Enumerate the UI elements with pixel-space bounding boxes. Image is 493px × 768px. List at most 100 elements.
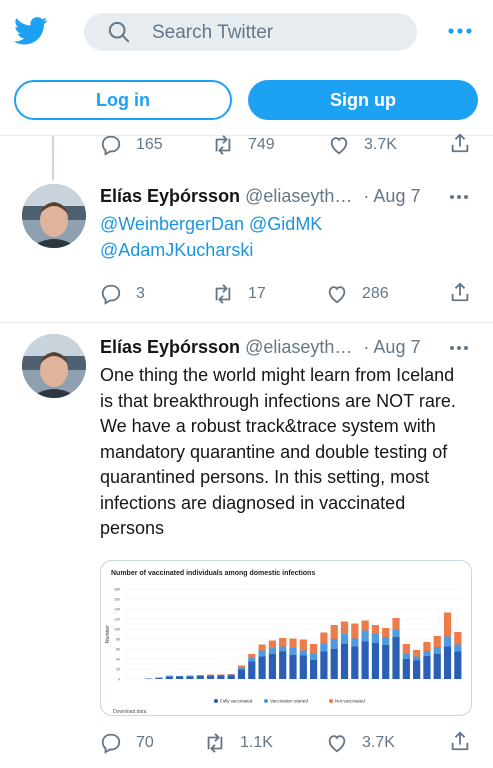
bar-segment	[176, 676, 184, 679]
bar-segment	[340, 644, 349, 679]
login-button[interactable]: Log in	[14, 80, 232, 120]
search-box[interactable]	[84, 13, 417, 51]
bar-segment	[320, 651, 328, 679]
y-tick-label: 160	[114, 598, 120, 602]
y-tick-label: 80	[116, 638, 120, 642]
y-tick-label: 120	[114, 618, 120, 622]
like-action[interactable]: 286	[326, 279, 389, 309]
bar-segment	[186, 676, 194, 679]
like-count: 286	[362, 285, 389, 302]
bar-segment	[423, 642, 431, 651]
bar-segment	[330, 639, 338, 649]
bar-segment	[413, 660, 421, 679]
bar-segment	[206, 674, 215, 675]
reply-action[interactable]: 165	[100, 130, 163, 160]
tweet-actions: 3 17 286	[0, 279, 493, 309]
bar-segment	[268, 648, 276, 654]
bar-segment	[361, 641, 369, 679]
bar-segment	[423, 651, 431, 656]
bar-segment	[433, 636, 441, 647]
auth-bar: Log in Sign up	[0, 64, 493, 136]
legend-label: Not vaccinated	[335, 699, 365, 704]
download-data-link[interactable]: Download data	[113, 709, 147, 715]
top-bar	[0, 0, 493, 64]
bar-segment	[258, 656, 266, 679]
mention-link[interactable]: @GidMK	[249, 214, 322, 234]
like-action[interactable]: 3.7K	[326, 728, 395, 758]
mention-link[interactable]: @WeinbergerDan	[100, 214, 244, 234]
bar-segment	[310, 644, 318, 654]
avatar[interactable]	[22, 334, 86, 398]
bar-segment	[433, 647, 441, 654]
bar-segment	[382, 637, 390, 645]
y-tick-label: 180	[114, 588, 120, 592]
bar-segment	[392, 618, 400, 630]
retweet-icon	[215, 284, 231, 304]
more-options-icon[interactable]	[447, 24, 473, 38]
author-name[interactable]: Elías Eyþórsson	[100, 186, 240, 206]
tweet-divider	[0, 322, 493, 323]
reply-icon	[101, 284, 121, 305]
bar-segment	[443, 646, 452, 679]
signup-button[interactable]: Sign up	[248, 80, 478, 120]
heart-icon	[330, 137, 348, 155]
heart-icon	[328, 735, 346, 753]
tweet-header: Elías Eyþórsson @eliaseyth… · Aug 7	[100, 186, 420, 207]
avatar[interactable]	[22, 184, 86, 248]
like-action[interactable]: 3.7K	[328, 130, 397, 160]
bar-segment	[227, 674, 235, 676]
mention-link[interactable]: @AdamJKucharski	[100, 240, 253, 260]
share-icon[interactable]	[449, 132, 471, 154]
author-name[interactable]: Elías Eyþórsson	[100, 337, 240, 357]
legend-swatch	[264, 699, 268, 703]
more-icon[interactable]	[449, 194, 469, 200]
search-input[interactable]	[150, 19, 404, 47]
tweet-image[interactable]: Number of vaccinated individuals among d…	[100, 560, 472, 716]
bar-segment	[217, 675, 225, 676]
retweet-action[interactable]: 1.1K	[204, 728, 273, 758]
tweet-date[interactable]: · Aug 7	[363, 337, 420, 357]
share-icon[interactable]	[449, 730, 471, 752]
legend-swatch	[214, 699, 218, 703]
bar-segment	[145, 678, 153, 679]
bar-segment	[196, 675, 204, 676]
more-icon[interactable]	[449, 345, 469, 351]
bar-segment	[402, 644, 410, 654]
retweet-action[interactable]: 17	[212, 279, 266, 309]
like-count: 3.7K	[364, 136, 397, 153]
bar-segment	[196, 676, 204, 679]
bar-chart: Number of vaccinated individuals among d…	[105, 570, 463, 715]
legend-label: Fully vaccinated	[220, 699, 253, 704]
bar-segment	[310, 660, 318, 679]
bar-segment	[361, 620, 369, 631]
chart-title: Number of vaccinated individuals among d…	[111, 570, 315, 577]
bar-segment	[310, 653, 318, 660]
tweet-date[interactable]: · Aug 7	[363, 186, 420, 206]
bar-segment	[237, 665, 246, 668]
bar-segment	[340, 621, 349, 634]
bar-segment	[392, 630, 400, 637]
bar-segment	[165, 677, 173, 679]
bar-segment	[382, 628, 390, 637]
author-handle[interactable]: @eliaseyth…	[245, 186, 352, 206]
bar-segment	[340, 634, 349, 644]
reply-action[interactable]: 3	[100, 279, 145, 309]
bar-segment	[279, 638, 287, 647]
bar-segment	[248, 654, 256, 658]
twitter-bird-icon[interactable]	[14, 16, 48, 46]
bar-segment	[320, 632, 328, 644]
bar-segment	[330, 649, 338, 679]
legend-label: Vaccination started	[270, 699, 308, 704]
author-handle[interactable]: @eliaseyth…	[245, 337, 352, 357]
y-tick-label: 20	[116, 668, 120, 672]
bar-segment	[186, 676, 194, 677]
bar-segment	[206, 675, 215, 676]
share-icon[interactable]	[449, 281, 471, 303]
reply-action[interactable]: 70	[100, 728, 154, 758]
reply-count: 165	[136, 136, 163, 153]
retweet-action[interactable]: 749	[212, 130, 275, 160]
bar-segment	[371, 625, 380, 634]
reply-count: 70	[136, 734, 154, 751]
bar-segment	[217, 675, 225, 679]
tweet-text: One thing the world might learn from Ice…	[100, 365, 456, 538]
